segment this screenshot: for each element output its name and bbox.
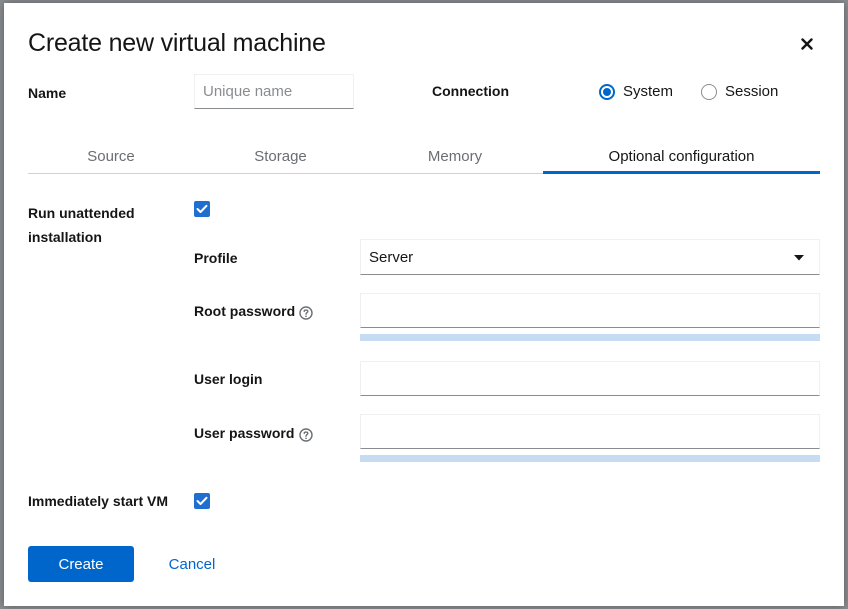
connection-label: Connection [432,83,509,99]
check-icon [196,204,208,213]
connection-system-label: System [623,83,674,100]
connection-system-option[interactable]: System [599,83,673,100]
start-vm-label: Immediately start VM [28,493,169,509]
check-icon [196,496,208,505]
tab-storage[interactable]: Storage [194,139,367,173]
tab-memory[interactable]: Memory [367,139,543,173]
profile-selected-value: Server [369,248,414,266]
dialog-title: Create new virtual machine [28,29,326,57]
start-vm-checkbox[interactable] [194,493,210,509]
create-vm-dialog: Create new virtual machine Name Connecti… [4,3,844,606]
user-password-input[interactable] [360,414,820,449]
root-password-label: Root password [194,303,296,319]
cancel-button[interactable]: Cancel [154,546,230,582]
user-password-label: User password [194,425,295,441]
tab-source[interactable]: Source [28,139,194,173]
user-login-label: User login [194,371,263,387]
name-label: Name [28,85,67,101]
close-icon [801,38,813,50]
caret-down-icon [794,255,804,261]
close-button[interactable] [798,35,816,53]
connection-session-radio[interactable] [701,83,717,100]
profile-label: Profile [194,250,238,266]
connection-session-label: Session [725,83,779,100]
user-password-strength-bar [360,455,820,462]
connection-session-option[interactable]: Session [701,83,778,100]
root-password-input[interactable] [360,293,820,328]
user-login-input[interactable] [360,361,820,396]
question-circle-icon[interactable] [299,306,313,320]
profile-select[interactable]: Server [360,239,820,275]
question-circle-icon[interactable] [299,428,313,442]
tab-optional-configuration[interactable]: Optional configuration [543,139,820,174]
name-input[interactable] [194,74,354,109]
create-button[interactable]: Create [28,546,134,582]
unattended-checkbox[interactable] [194,201,210,217]
connection-system-radio[interactable] [599,83,615,100]
root-password-strength-bar [360,334,820,341]
unattended-label: Run unattended installation [28,205,135,245]
tab-bar: Source Storage Memory Optional configura… [28,139,820,174]
